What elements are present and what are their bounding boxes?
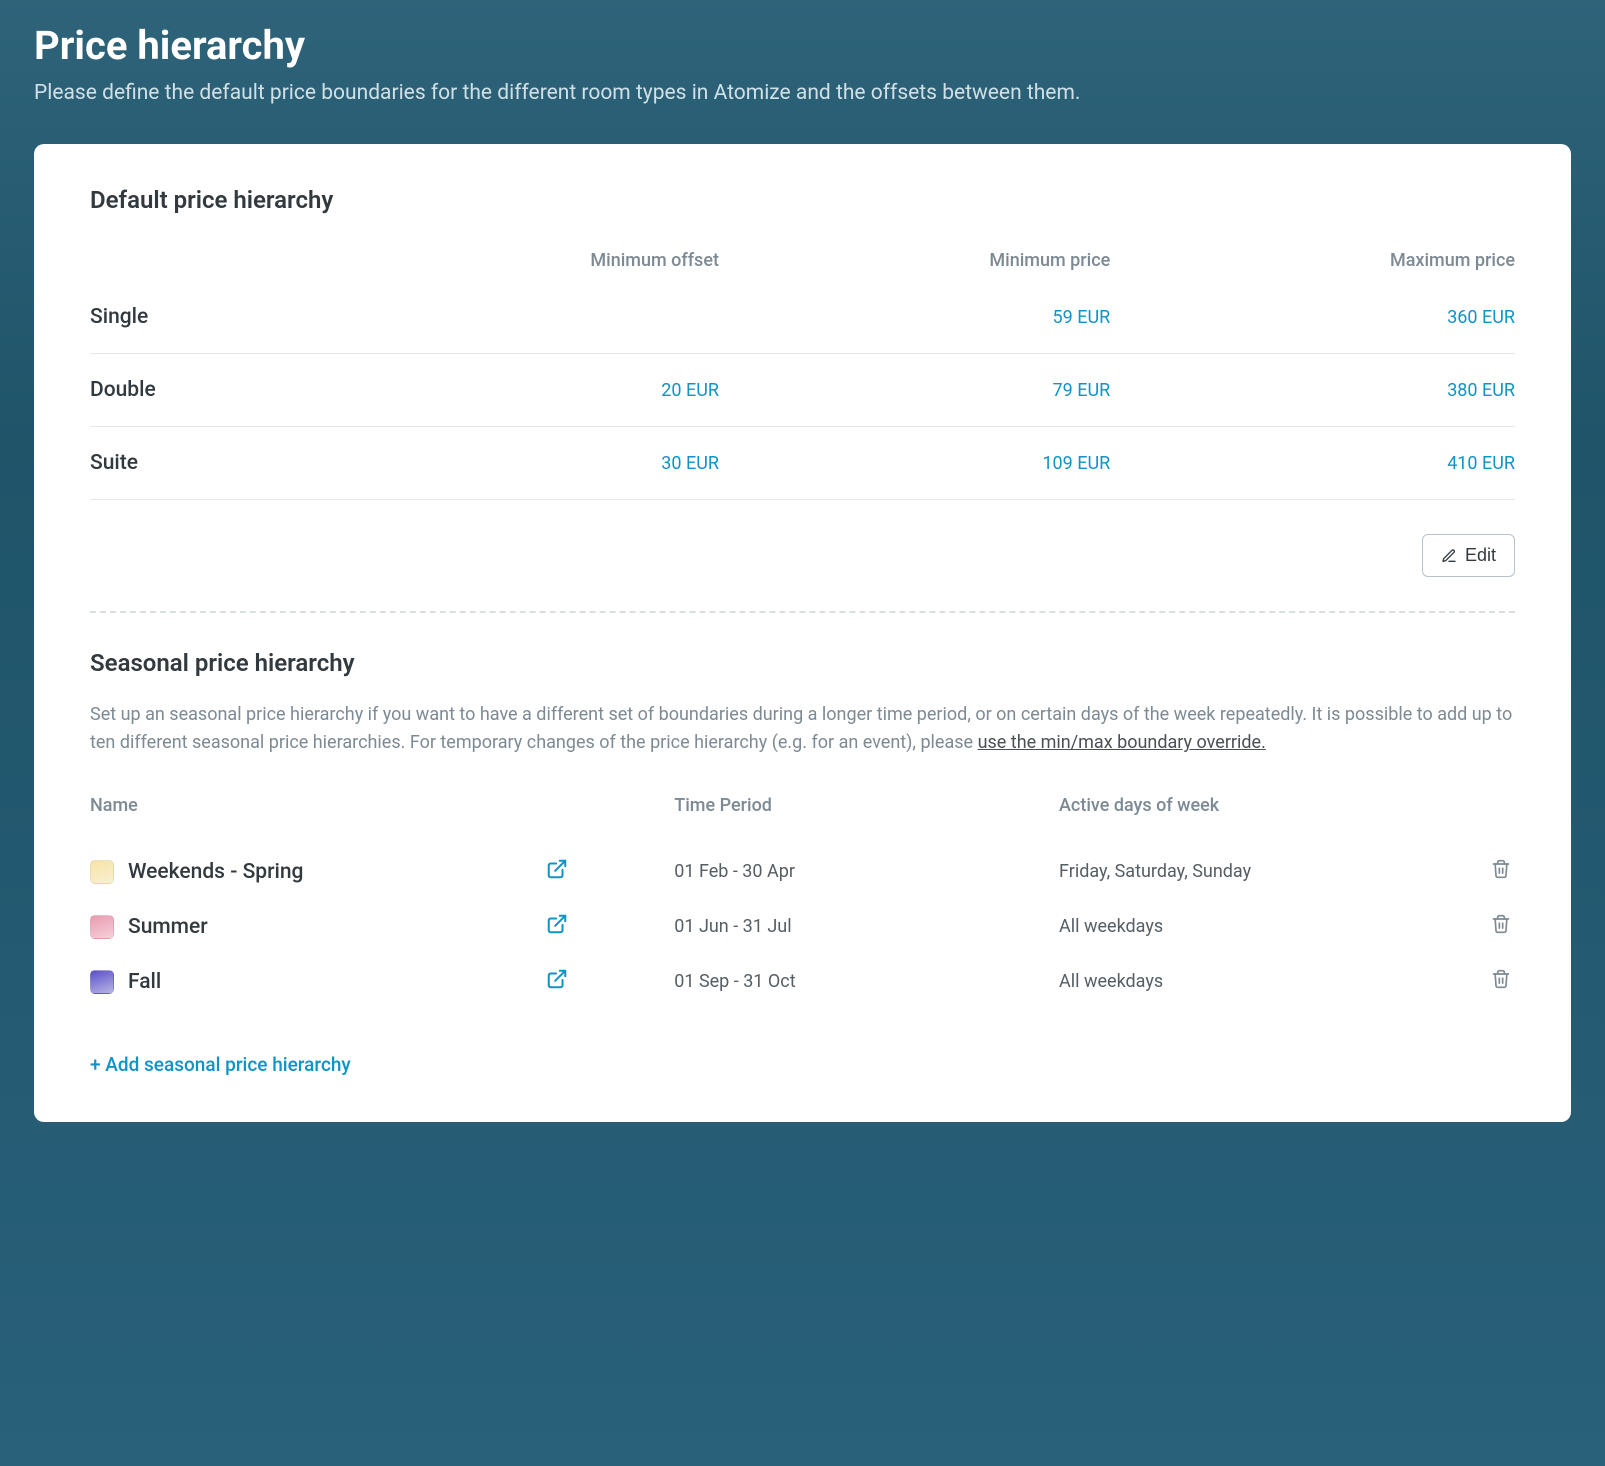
default-section-title: Default price hierarchy (90, 186, 1515, 214)
pencil-icon (1441, 548, 1457, 564)
color-swatch (90, 970, 114, 994)
season-row: Fall 01 Sep - 31 Oct All weekdays (90, 954, 1515, 1009)
room-name: Single (90, 299, 303, 354)
season-row: Summer 01 Jun - 31 Jul All weekdays (90, 899, 1515, 954)
page-subtitle: Please define the default price boundari… (34, 79, 1571, 108)
season-name: Summer (128, 915, 208, 939)
open-icon[interactable] (546, 968, 568, 990)
season-name: Weekends - Spring (128, 860, 303, 884)
col-header-name: Name (90, 795, 546, 844)
min-price-value[interactable]: 79 EUR (719, 354, 1110, 427)
season-time-period: 01 Jun - 31 Jul (674, 899, 1059, 954)
seasonal-table: Name Time Period Active days of week Wee… (90, 795, 1515, 1009)
table-row: Single 59 EUR 360 EUR (90, 299, 1515, 354)
color-swatch (90, 860, 114, 884)
season-active-days: All weekdays (1059, 899, 1444, 954)
col-header-active-days: Active days of week (1059, 795, 1444, 844)
open-icon[interactable] (546, 913, 568, 935)
seasonal-description-text: Set up an seasonal price hierarchy if yo… (90, 704, 1512, 753)
min-offset-value[interactable]: 20 EUR (303, 354, 719, 427)
seasonal-section-title: Seasonal price hierarchy (90, 649, 1515, 677)
color-swatch (90, 915, 114, 939)
default-price-table: Minimum offset Minimum price Maximum pri… (90, 250, 1515, 500)
page-title: Price hierarchy (34, 22, 1571, 69)
edit-button-label: Edit (1465, 545, 1496, 566)
edit-button[interactable]: Edit (1422, 534, 1515, 577)
min-price-value[interactable]: 59 EUR (719, 299, 1110, 354)
price-hierarchy-card: Default price hierarchy Minimum offset M… (34, 144, 1571, 1122)
room-name: Double (90, 354, 303, 427)
max-price-value[interactable]: 410 EUR (1110, 427, 1515, 500)
max-price-value[interactable]: 380 EUR (1110, 354, 1515, 427)
add-seasonal-button[interactable]: + Add seasonal price hierarchy (90, 1053, 351, 1076)
season-active-days: All weekdays (1059, 954, 1444, 1009)
season-time-period: 01 Feb - 30 Apr (674, 844, 1059, 899)
table-row: Double 20 EUR 79 EUR 380 EUR (90, 354, 1515, 427)
col-header-min-offset: Minimum offset (303, 250, 719, 299)
col-header-min-price: Minimum price (719, 250, 1110, 299)
col-header-max-price: Maximum price (1110, 250, 1515, 299)
room-name: Suite (90, 427, 303, 500)
col-header-time-period: Time Period (674, 795, 1059, 844)
section-divider (90, 611, 1515, 613)
boundary-override-link[interactable]: use the min/max boundary override. (978, 732, 1266, 753)
trash-icon[interactable] (1491, 859, 1511, 879)
trash-icon[interactable] (1491, 914, 1511, 934)
col-header-empty (90, 250, 303, 299)
min-offset-value (303, 299, 719, 354)
season-active-days: Friday, Saturday, Sunday (1059, 844, 1444, 899)
trash-icon[interactable] (1491, 969, 1511, 989)
max-price-value[interactable]: 360 EUR (1110, 299, 1515, 354)
open-icon[interactable] (546, 858, 568, 880)
seasonal-description: Set up an seasonal price hierarchy if yo… (90, 701, 1515, 757)
season-row: Weekends - Spring 01 Feb - 30 Apr Friday… (90, 844, 1515, 899)
season-time-period: 01 Sep - 31 Oct (674, 954, 1059, 1009)
table-row: Suite 30 EUR 109 EUR 410 EUR (90, 427, 1515, 500)
season-name: Fall (128, 970, 161, 994)
min-price-value[interactable]: 109 EUR (719, 427, 1110, 500)
min-offset-value[interactable]: 30 EUR (303, 427, 719, 500)
